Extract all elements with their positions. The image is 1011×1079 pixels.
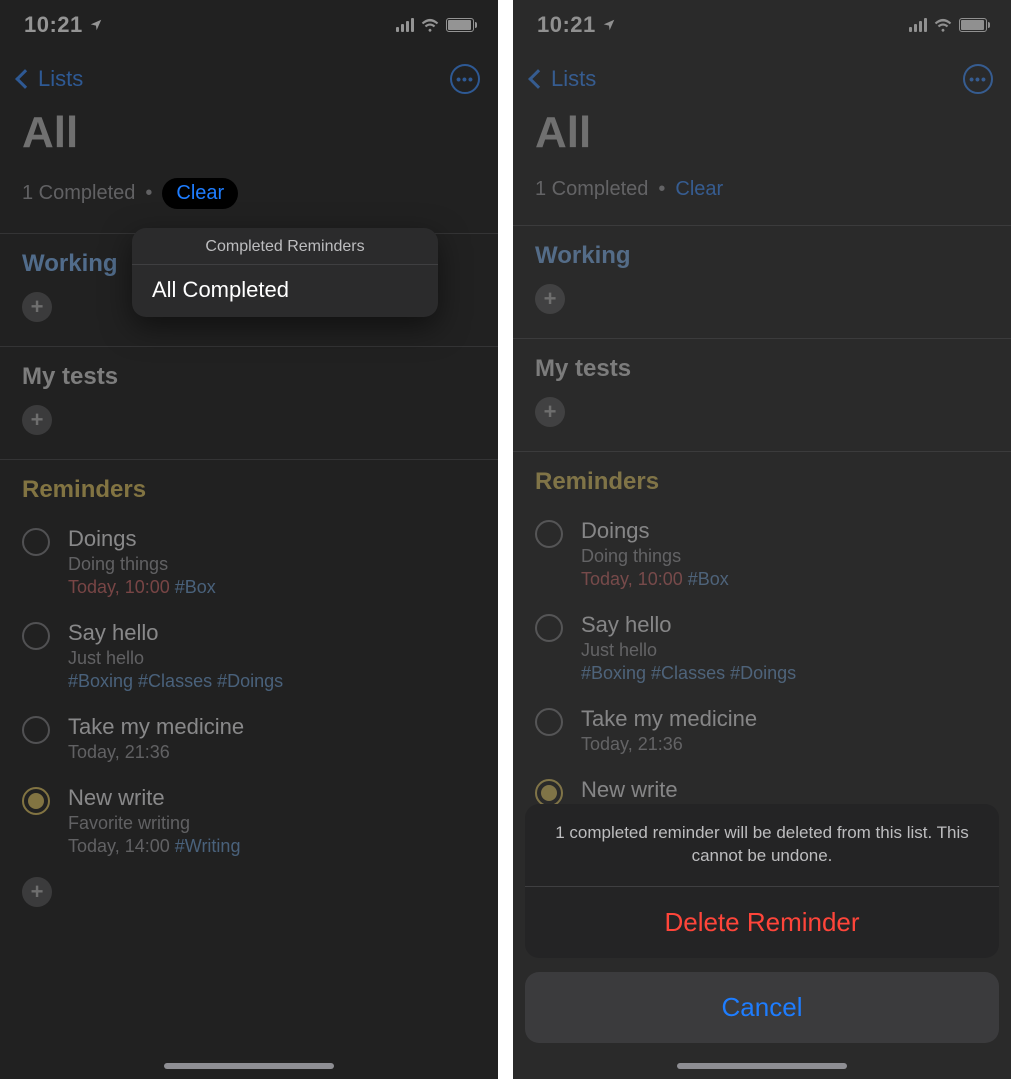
section-reminders: Reminders Doings Doing things Today, 10:… xyxy=(0,459,498,907)
section-mytests: My tests + xyxy=(0,346,498,435)
wifi-icon xyxy=(934,18,952,32)
page-title: All xyxy=(22,108,476,158)
nav-bar: Lists ••• xyxy=(513,50,1011,104)
add-item-button[interactable]: + xyxy=(535,284,565,314)
status-icons xyxy=(396,18,474,32)
completed-count: 1 Completed xyxy=(22,182,135,205)
clear-button[interactable]: Clear xyxy=(162,178,238,209)
home-indicator[interactable] xyxy=(164,1063,334,1069)
section-header-reminders: Reminders xyxy=(535,468,989,496)
more-button[interactable]: ••• xyxy=(450,64,480,94)
home-indicator[interactable] xyxy=(677,1063,847,1069)
section-header-mytests: My tests xyxy=(22,363,476,391)
radio-checked-icon[interactable] xyxy=(535,779,563,807)
section-working: Working + xyxy=(513,225,1011,314)
signal-icon xyxy=(396,18,414,32)
section-mytests: My tests + xyxy=(513,338,1011,427)
more-button[interactable]: ••• xyxy=(963,64,993,94)
due-date: Today, 14:00 xyxy=(68,836,170,856)
section-header-reminders: Reminders xyxy=(22,476,476,504)
reminder-row[interactable]: Take my medicine Today, 21:36 xyxy=(22,706,476,777)
status-bar: 10:21 xyxy=(0,0,498,50)
reminder-row[interactable]: Say hello Just hello #Boxing #Classes #D… xyxy=(535,604,989,698)
location-icon xyxy=(89,12,103,38)
radio-unchecked-icon[interactable] xyxy=(22,528,50,556)
section-reminders: Reminders Doings Doing things Today, 10:… xyxy=(513,451,1011,840)
back-button[interactable]: Lists xyxy=(18,66,83,92)
completed-summary: 1 Completed • Clear xyxy=(535,178,989,201)
more-icon: ••• xyxy=(456,71,474,87)
radio-unchecked-icon[interactable] xyxy=(22,716,50,744)
reminder-row[interactable]: Doings Doing things Today, 10:00 #Box xyxy=(535,510,989,604)
tag[interactable]: #Writing xyxy=(175,836,241,856)
status-time: 10:21 xyxy=(537,12,616,38)
section-header-mytests: My tests xyxy=(535,355,989,383)
chevron-left-icon xyxy=(528,69,548,89)
action-sheet: 1 completed reminder will be deleted fro… xyxy=(513,804,1011,1079)
context-menu: Completed Reminders All Completed xyxy=(132,228,438,317)
tags[interactable]: #Boxing #Classes #Doings xyxy=(68,671,476,692)
reminder-row[interactable]: Take my medicine Today, 21:36 xyxy=(535,698,989,769)
back-button[interactable]: Lists xyxy=(531,66,596,92)
signal-icon xyxy=(909,18,927,32)
add-item-button[interactable]: + xyxy=(22,877,52,907)
page-title: All xyxy=(535,108,989,158)
context-menu-title: Completed Reminders xyxy=(132,228,438,265)
radio-unchecked-icon[interactable] xyxy=(535,520,563,548)
reminder-row[interactable]: Doings Doing things Today, 10:00 #Box xyxy=(22,518,476,612)
add-item-button[interactable]: + xyxy=(22,405,52,435)
chevron-left-icon xyxy=(15,69,35,89)
location-icon xyxy=(602,12,616,38)
add-item-button[interactable]: + xyxy=(535,397,565,427)
reminder-row[interactable]: Say hello Just hello #Boxing #Classes #D… xyxy=(22,612,476,706)
cancel-button[interactable]: Cancel xyxy=(525,972,999,1043)
tag[interactable]: #Box xyxy=(688,569,729,589)
tag[interactable]: #Box xyxy=(175,577,216,597)
tags[interactable]: #Boxing #Classes #Doings xyxy=(581,663,989,684)
delete-reminder-button[interactable]: Delete Reminder xyxy=(525,887,999,958)
back-label: Lists xyxy=(38,66,83,92)
completed-summary: 1 Completed • Clear xyxy=(22,178,476,209)
clear-button[interactable]: Clear xyxy=(675,178,723,201)
more-icon: ••• xyxy=(969,71,987,87)
status-bar: 10:21 xyxy=(513,0,1011,50)
context-menu-item-all-completed[interactable]: All Completed xyxy=(132,265,438,317)
status-time: 10:21 xyxy=(24,12,103,38)
reminder-row[interactable]: New write Favorite writing Today, 14:00 … xyxy=(22,777,476,871)
radio-unchecked-icon[interactable] xyxy=(22,622,50,650)
wifi-icon xyxy=(421,18,439,32)
due-date: Today, 10:00 xyxy=(68,577,170,597)
radio-unchecked-icon[interactable] xyxy=(535,708,563,736)
add-item-button[interactable]: + xyxy=(22,292,52,322)
section-header-working: Working xyxy=(535,242,989,270)
action-sheet-message: 1 completed reminder will be deleted fro… xyxy=(525,804,999,887)
phone-left: 10:21 Lists ••• All xyxy=(0,0,498,1079)
completed-count: 1 Completed xyxy=(535,178,648,201)
due-date: Today, 10:00 xyxy=(581,569,683,589)
phone-right: 10:21 Lists ••• All 1 Compl xyxy=(513,0,1011,1079)
battery-icon xyxy=(959,18,987,32)
radio-unchecked-icon[interactable] xyxy=(535,614,563,642)
battery-icon xyxy=(446,18,474,32)
nav-bar: Lists ••• xyxy=(0,50,498,104)
back-label: Lists xyxy=(551,66,596,92)
radio-checked-icon[interactable] xyxy=(22,787,50,815)
status-icons xyxy=(909,18,987,32)
